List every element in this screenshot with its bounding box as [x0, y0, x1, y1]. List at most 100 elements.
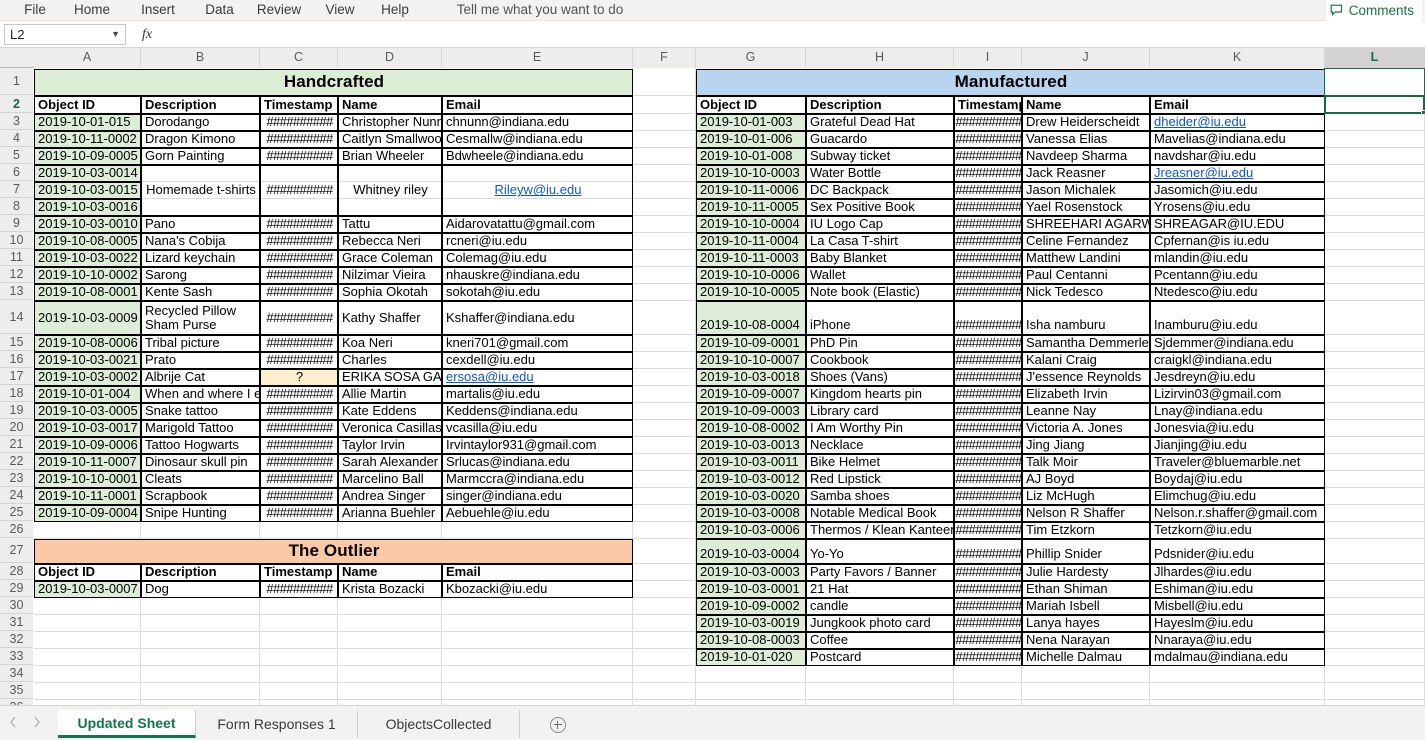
manufactured-cell-name[interactable]: Samantha Demmerle	[1022, 335, 1150, 352]
manufactured-cell-timestamp[interactable]: ##########	[954, 284, 1022, 301]
row-header-18[interactable]: 18	[0, 385, 33, 402]
handcrafted-cell-email[interactable]: Colemag@iu.edu	[442, 250, 633, 267]
chevron-down-icon[interactable]: ▼	[111, 29, 120, 39]
handcrafted-cell-description[interactable]: Tattoo Hogwarts	[141, 437, 260, 454]
manufactured-cell-description[interactable]: Postcard	[806, 649, 954, 666]
manufactured-cell-object-id[interactable]: 2019-10-03-0001	[696, 581, 806, 598]
manufactured-cell-name[interactable]: Jason Michalek	[1022, 182, 1150, 199]
manufactured-cell-email[interactable]: Mavelias@indiana.edu	[1150, 131, 1325, 148]
handcrafted-cell-object-id[interactable]: 2019-10-03-0010	[34, 216, 141, 233]
menu-item-help[interactable]: Help	[370, 0, 420, 21]
manufactured-cell-object-id[interactable]: 2019-10-03-0003	[696, 564, 806, 581]
handcrafted-cell-name[interactable]: Sarah Alexander	[338, 454, 442, 471]
handcrafted-cell-description[interactable]: Dinosaur skull pin	[141, 454, 260, 471]
outlier-header-description[interactable]: Description	[141, 564, 260, 581]
manufactured-cell-timestamp[interactable]: ##########	[954, 386, 1022, 403]
row-header-17[interactable]: 17	[0, 368, 33, 385]
handcrafted-cell-email[interactable]: Cesmallw@indiana.edu	[442, 131, 633, 148]
handcrafted-cell-description[interactable]: Marigold Tattoo	[141, 420, 260, 437]
handcrafted-cell-email[interactable]: Marmccra@indiana.edu	[442, 471, 633, 488]
handcrafted-cell-name[interactable]: ERIKA SOSA GARCIA	[338, 369, 442, 386]
handcrafted-cell-name[interactable]: Kate Eddens	[338, 403, 442, 420]
handcrafted-cell-timestamp[interactable]: ##########	[260, 471, 338, 488]
manufactured-cell-timestamp[interactable]: ##########	[954, 564, 1022, 581]
manufactured-cell-object-id[interactable]: 2019-10-03-0013	[696, 437, 806, 454]
manufactured-cell-name[interactable]: Nelson R Shaffer	[1022, 505, 1150, 522]
name-box[interactable]: L2 ▼	[4, 24, 126, 45]
manufactured-cell-object-id[interactable]: 2019-10-11-0004	[696, 233, 806, 250]
manufactured-cell-name[interactable]: Vanessa Elias	[1022, 131, 1150, 148]
manufactured-cell-timestamp[interactable]: ##########	[954, 216, 1022, 233]
handcrafted-cell-name[interactable]: Taylor Irvin	[338, 437, 442, 454]
manufactured-cell-name[interactable]: Jing Jiang	[1022, 437, 1150, 454]
handcrafted-cell-name[interactable]: Caitlyn Smallwood	[338, 131, 442, 148]
manufactured-cell-description[interactable]: Necklace	[806, 437, 954, 454]
manufactured-cell-email[interactable]: Jianjing@iu.edu	[1150, 437, 1325, 454]
manufactured-cell-timestamp[interactable]: ##########	[954, 615, 1022, 632]
manufactured-cell-timestamp[interactable]: ##########	[954, 403, 1022, 420]
handcrafted-cell-name[interactable]: Sophia Okotah	[338, 284, 442, 301]
row-header-11[interactable]: 11	[0, 249, 33, 266]
row-header-31[interactable]: 31	[0, 614, 33, 631]
manufactured-cell-email[interactable]: craigkl@indiana.edu	[1150, 352, 1325, 369]
sheet-tab-objectscollected[interactable]: ObjectsCollected	[358, 710, 520, 738]
menu-item-insert[interactable]: Insert	[128, 0, 188, 21]
manufactured-cell-description[interactable]: DC Backpack	[806, 182, 954, 199]
outlier-cell-description[interactable]: Dog	[141, 581, 260, 598]
row-header-30[interactable]: 30	[0, 597, 33, 614]
column-header-A[interactable]: A	[34, 48, 141, 68]
manufactured-cell-description[interactable]: Kingdom hearts pin	[806, 386, 954, 403]
manufactured-cell-description[interactable]: iPhone	[806, 301, 954, 335]
manufactured-cell-timestamp[interactable]: ##########	[954, 335, 1022, 352]
outlier-cell-name[interactable]: Krista Bozacki	[338, 581, 442, 598]
handcrafted-cell-description[interactable]: Snake tattoo	[141, 403, 260, 420]
handcrafted-cell-description[interactable]: Albrije Cat	[141, 369, 260, 386]
manufactured-cell-timestamp[interactable]: ##########	[954, 522, 1022, 539]
handcrafted-header-name[interactable]: Name	[338, 96, 442, 114]
manufactured-cell-name[interactable]: Isha namburu	[1022, 301, 1150, 335]
handcrafted-cell-email[interactable]: Irvintaylor931@gmail.com	[442, 437, 633, 454]
outlier-cell-email[interactable]: Kbozacki@iu.edu	[442, 581, 633, 598]
manufactured-cell-object-id[interactable]: 2019-10-10-0005	[696, 284, 806, 301]
manufactured-cell-object-id[interactable]: 2019-10-10-0003	[696, 165, 806, 182]
outlier-cell-object-id[interactable]: 2019-10-03-0007	[34, 581, 141, 598]
handcrafted-cell-name[interactable]: Veronica Casillas	[338, 420, 442, 437]
row-header-21[interactable]: 21	[0, 436, 33, 453]
manufactured-cell-description[interactable]: candle	[806, 598, 954, 615]
sheet-tab-updated-sheet[interactable]: Updated Sheet	[58, 710, 196, 738]
manufactured-cell-email[interactable]: Lnay@indiana.edu	[1150, 403, 1325, 420]
manufactured-cell-email[interactable]: Elimchug@iu.edu	[1150, 488, 1325, 505]
manufactured-cell-email[interactable]: Cpfernan@is iu.edu	[1150, 233, 1325, 250]
row-header-7[interactable]: 7	[0, 181, 33, 198]
handcrafted-cell-name[interactable]: Kathy Shaffer	[338, 301, 442, 335]
handcrafted-cell-description[interactable]: When and where I e	[141, 386, 260, 403]
handcrafted-cell-object-id[interactable]: 2019-10-01-015	[34, 114, 141, 131]
handcrafted-cell-description[interactable]: Pano	[141, 216, 260, 233]
row-header-20[interactable]: 20	[0, 419, 33, 436]
manufactured-cell-timestamp[interactable]: ##########	[954, 437, 1022, 454]
manufactured-cell-name[interactable]: Elizabeth Irvin	[1022, 386, 1150, 403]
handcrafted-header-object-id[interactable]: Object ID	[34, 96, 141, 114]
manufactured-cell-name[interactable]: AJ Boyd	[1022, 471, 1150, 488]
manufactured-cell-object-id[interactable]: 2019-10-01-008	[696, 148, 806, 165]
manufactured-header-timestamp[interactable]: Timestamp	[954, 96, 1022, 114]
row-header-22[interactable]: 22	[0, 453, 33, 470]
row-header-33[interactable]: 33	[0, 648, 33, 665]
menu-item-review[interactable]: Review	[248, 0, 310, 21]
manufactured-cell-object-id[interactable]: 2019-10-09-0001	[696, 335, 806, 352]
manufactured-cell-timestamp[interactable]: ##########	[954, 233, 1022, 250]
handcrafted-cell-name[interactable]: Charles	[338, 352, 442, 369]
manufactured-cell-object-id[interactable]: 2019-10-11-0006	[696, 182, 806, 199]
handcrafted-cell-name[interactable]: Andrea Singer	[338, 488, 442, 505]
manufactured-cell-timestamp[interactable]: ##########	[954, 182, 1022, 199]
handcrafted-cell-email[interactable]: rcneri@iu.edu	[442, 233, 633, 250]
handcrafted-cell-object-id[interactable]: 2019-10-08-0006	[34, 335, 141, 352]
handcrafted-cell-object-id[interactable]: 2019-10-10-0001	[34, 471, 141, 488]
manufactured-header-object-id[interactable]: Object ID	[696, 96, 806, 114]
row-header-13[interactable]: 13	[0, 283, 33, 300]
manufactured-cell-object-id[interactable]: 2019-10-03-0019	[696, 615, 806, 632]
column-header-E[interactable]: E	[442, 48, 633, 68]
handcrafted-cell-email[interactable]: Keddens@indiana.edu	[442, 403, 633, 420]
handcrafted-cell-email[interactable]: ersosa@iu.edu	[442, 369, 633, 386]
manufactured-cell-timestamp[interactable]: ##########	[954, 199, 1022, 216]
